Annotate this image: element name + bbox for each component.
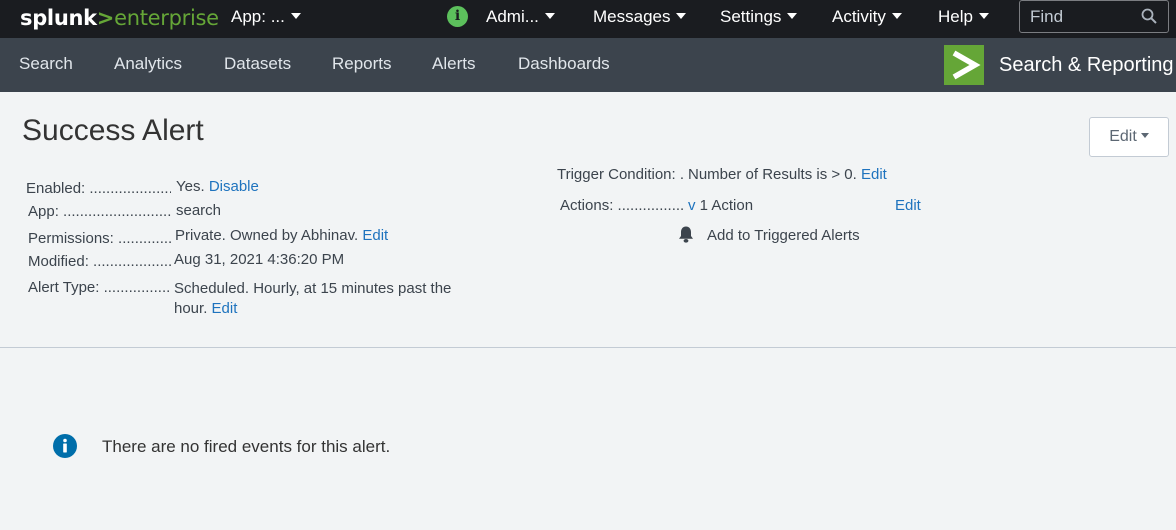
actions-toggle[interactable]: v <box>688 197 696 214</box>
action-item-label: Add to Triggered Alerts <box>707 227 860 244</box>
app-label: App: ........................... <box>28 203 171 220</box>
app-bar: Search Analytics Datasets Reports Alerts… <box>0 38 1176 92</box>
permissions-edit-link[interactable]: Edit <box>362 227 388 244</box>
disable-link[interactable]: Disable <box>209 178 259 195</box>
section-divider <box>0 347 1176 348</box>
activity-menu[interactable]: Activity <box>832 7 902 27</box>
nav-datasets[interactable]: Datasets <box>224 54 291 74</box>
help-menu[interactable]: Help <box>938 7 989 27</box>
splunk-logo[interactable]: splunk>enterprise <box>20 6 219 30</box>
nav-analytics[interactable]: Analytics <box>114 54 182 74</box>
caret-down-icon <box>978 13 989 20</box>
bell-icon <box>679 226 693 243</box>
actions-edit-link[interactable]: Edit <box>895 197 921 214</box>
modified-label: Modified: ..................... <box>28 253 171 270</box>
caret-down-icon <box>544 13 555 20</box>
find-input[interactable] <box>1030 6 1140 28</box>
permissions-label: Permissions: ............. <box>28 230 171 247</box>
info-circle-icon[interactable]: i <box>447 6 468 27</box>
edit-button[interactable]: Edit <box>1089 117 1169 157</box>
trigger-condition-value: Number of Results is > 0. Edit <box>688 166 887 183</box>
permissions-value: Private. Owned by Abhinav. Edit <box>175 227 389 244</box>
caret-down-icon <box>787 13 798 20</box>
search-icon[interactable] <box>1141 8 1157 24</box>
top-bar: splunk>enterprise App: ... i Admi... Mes… <box>0 0 1176 38</box>
admin-menu[interactable]: Admi... <box>486 7 555 27</box>
find-box <box>1019 0 1169 33</box>
caret-down-icon <box>1140 132 1149 138</box>
actions-label: Actions: ................. <box>560 197 684 214</box>
enabled-value: Yes. Disable <box>176 178 259 195</box>
enabled-label: Enabled: ..................... <box>26 180 171 197</box>
alert-type-edit-link[interactable]: Edit <box>212 300 238 317</box>
app-logo-icon <box>944 45 984 85</box>
nav-reports[interactable]: Reports <box>332 54 392 74</box>
trigger-edit-link[interactable]: Edit <box>861 166 887 183</box>
app-name: Search & Reporting <box>999 54 1174 76</box>
caret-down-icon <box>290 13 301 20</box>
app-value: search <box>176 202 222 219</box>
settings-menu[interactable]: Settings <box>720 7 798 27</box>
messages-menu[interactable]: Messages <box>593 7 687 27</box>
alert-type-value: Scheduled. Hourly, at 15 minutes past th… <box>174 280 452 317</box>
actions-value: v 1 Action <box>688 197 754 214</box>
trigger-condition-label: Trigger Condition: .. <box>557 166 685 183</box>
caret-down-icon <box>891 13 902 20</box>
alert-type-label: Alert Type: ................. <box>28 279 171 296</box>
info-circle-icon <box>53 434 77 458</box>
nav-search[interactable]: Search <box>19 54 73 74</box>
app-menu[interactable]: App: ... <box>231 7 301 27</box>
caret-down-icon <box>676 13 687 20</box>
modified-value: Aug 31, 2021 4:36:20 PM <box>174 251 345 268</box>
nav-dashboards[interactable]: Dashboards <box>518 54 610 74</box>
nav-alerts[interactable]: Alerts <box>432 54 475 74</box>
page-title: Success Alert <box>22 114 204 147</box>
empty-state-message: There are no fired events for this alert… <box>102 437 391 456</box>
